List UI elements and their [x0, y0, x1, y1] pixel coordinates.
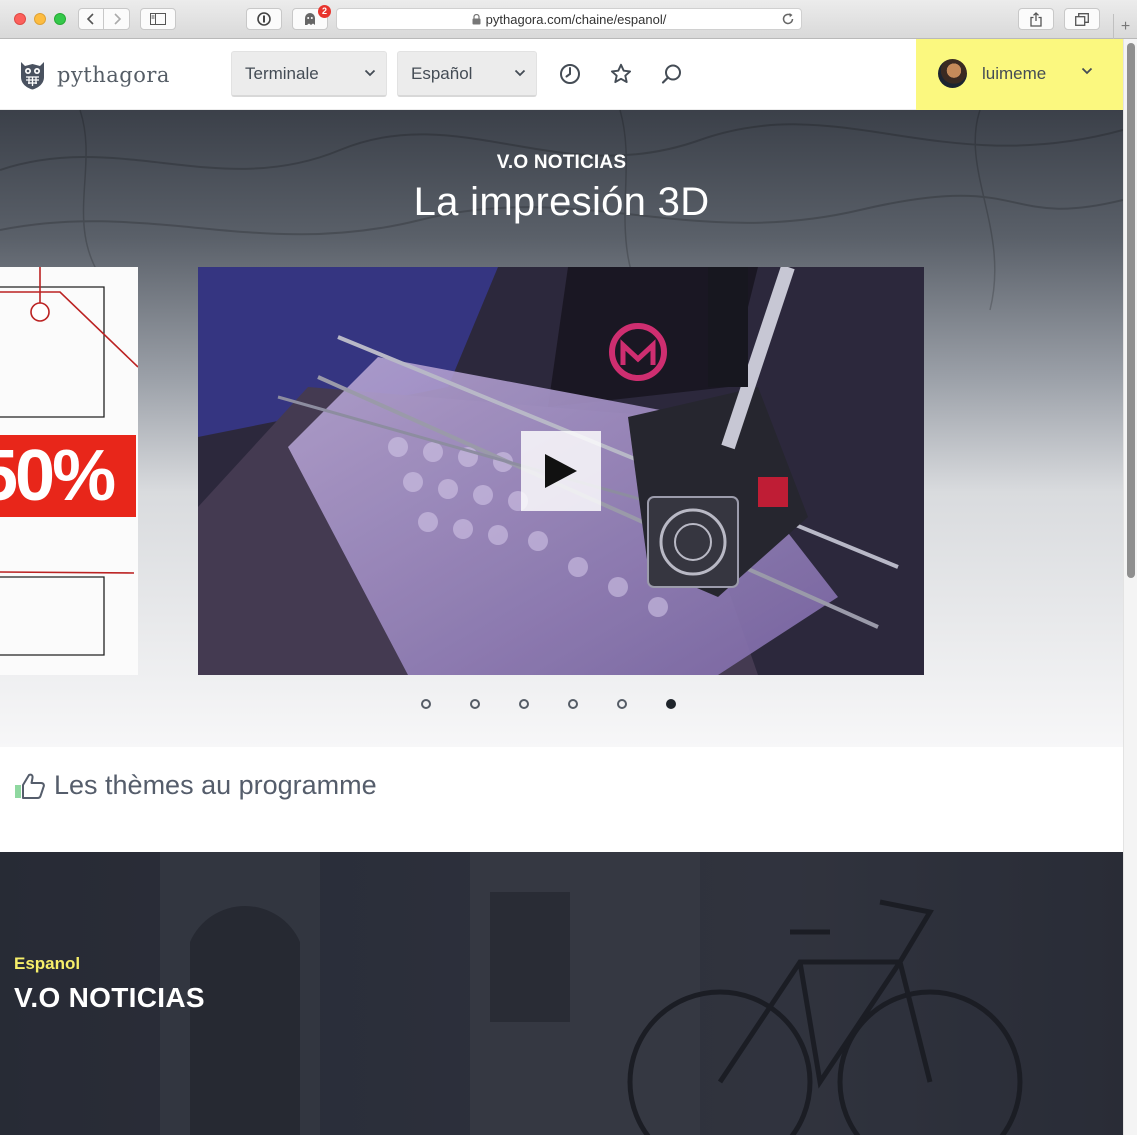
close-window-button[interactable]	[14, 13, 26, 25]
hero-title: La impresión 3D	[413, 180, 710, 224]
chevron-down-icon	[364, 69, 376, 77]
url-text: pythagora.com/chaine/espanol/	[485, 11, 667, 27]
owl-shield-icon	[21, 62, 44, 90]
carousel-slide-previous[interactable]: 50%	[0, 267, 138, 675]
language-select-value: Español	[411, 63, 473, 83]
share-button[interactable]	[1018, 8, 1054, 30]
level-select-value: Terminale	[245, 63, 319, 83]
sidebar-toggle-button[interactable]	[140, 8, 176, 30]
zoom-window-button[interactable]	[54, 13, 66, 25]
reload-icon[interactable]	[781, 12, 795, 26]
level-select[interactable]: Terminale	[231, 51, 387, 97]
new-tab-button[interactable]: +	[1113, 14, 1137, 39]
address-bar[interactable]: pythagora.com/chaine/espanol/	[336, 8, 802, 30]
search-icon[interactable]	[661, 63, 683, 85]
notification-badge: 2	[318, 5, 331, 18]
language-select[interactable]: Español	[397, 51, 537, 97]
logo-text: pythagora	[57, 62, 170, 87]
play-button[interactable]	[521, 431, 601, 511]
lock-icon	[472, 13, 481, 24]
carousel-slide-video[interactable]	[198, 267, 924, 675]
username: luimeme	[982, 64, 1047, 83]
star-icon[interactable]	[610, 63, 632, 85]
sidebar-icon	[150, 13, 166, 25]
ghost-icon	[305, 13, 315, 25]
carousel-dot-6[interactable]	[666, 699, 676, 709]
play-icon	[545, 454, 577, 488]
page-scrollbar[interactable]	[1123, 39, 1137, 1135]
key-circle-icon	[257, 12, 271, 26]
logo[interactable]: pythagora	[20, 59, 170, 90]
chevron-left-icon	[86, 13, 94, 25]
themes-heading: Les thèmes au programme	[14, 770, 377, 801]
channel-banner[interactable]: Espanol V.O NOTICIAS	[0, 852, 1123, 1135]
password-manager-button[interactable]	[246, 8, 282, 30]
avatar	[938, 59, 967, 88]
channel-kicker: Espanol	[14, 954, 81, 973]
promo-tag-text: 50%	[0, 436, 116, 516]
site-header: pythagora Terminale Español luimeme	[0, 39, 1123, 110]
carousel-dot-2[interactable]	[470, 699, 480, 709]
carousel-dot-4[interactable]	[568, 699, 578, 709]
carousel-dot-1[interactable]	[421, 699, 431, 709]
plus-icon: +	[1120, 17, 1131, 35]
thumbs-up-icon	[15, 773, 45, 799]
chevron-down-icon	[1081, 67, 1093, 75]
forward-button[interactable]	[104, 8, 130, 30]
carousel-pagination	[0, 699, 1123, 711]
tabs-icon	[1075, 12, 1089, 26]
user-menu[interactable]: luimeme	[916, 39, 1123, 110]
hero-carousel: V.O NOTICIAS La impresión 3D 50%	[0, 110, 1123, 747]
hero-kicker: V.O NOTICIAS	[496, 152, 627, 173]
channel-title: V.O NOTICIAS	[14, 982, 205, 1013]
history-icon[interactable]	[559, 63, 581, 85]
carousel-dot-5[interactable]	[617, 699, 627, 709]
browser-toolbar: 2 pythagora.com/chaine/espanol/ +	[0, 0, 1137, 39]
chevron-right-icon	[113, 13, 121, 25]
minimize-window-button[interactable]	[34, 13, 46, 25]
carousel-dot-3[interactable]	[519, 699, 529, 709]
back-button[interactable]	[78, 8, 104, 30]
chevron-down-icon	[514, 69, 526, 77]
tab-overview-button[interactable]	[1064, 8, 1100, 30]
share-icon	[1030, 11, 1042, 27]
scrollbar-thumb[interactable]	[1127, 43, 1135, 578]
themes-title: Les thèmes au programme	[54, 770, 377, 800]
